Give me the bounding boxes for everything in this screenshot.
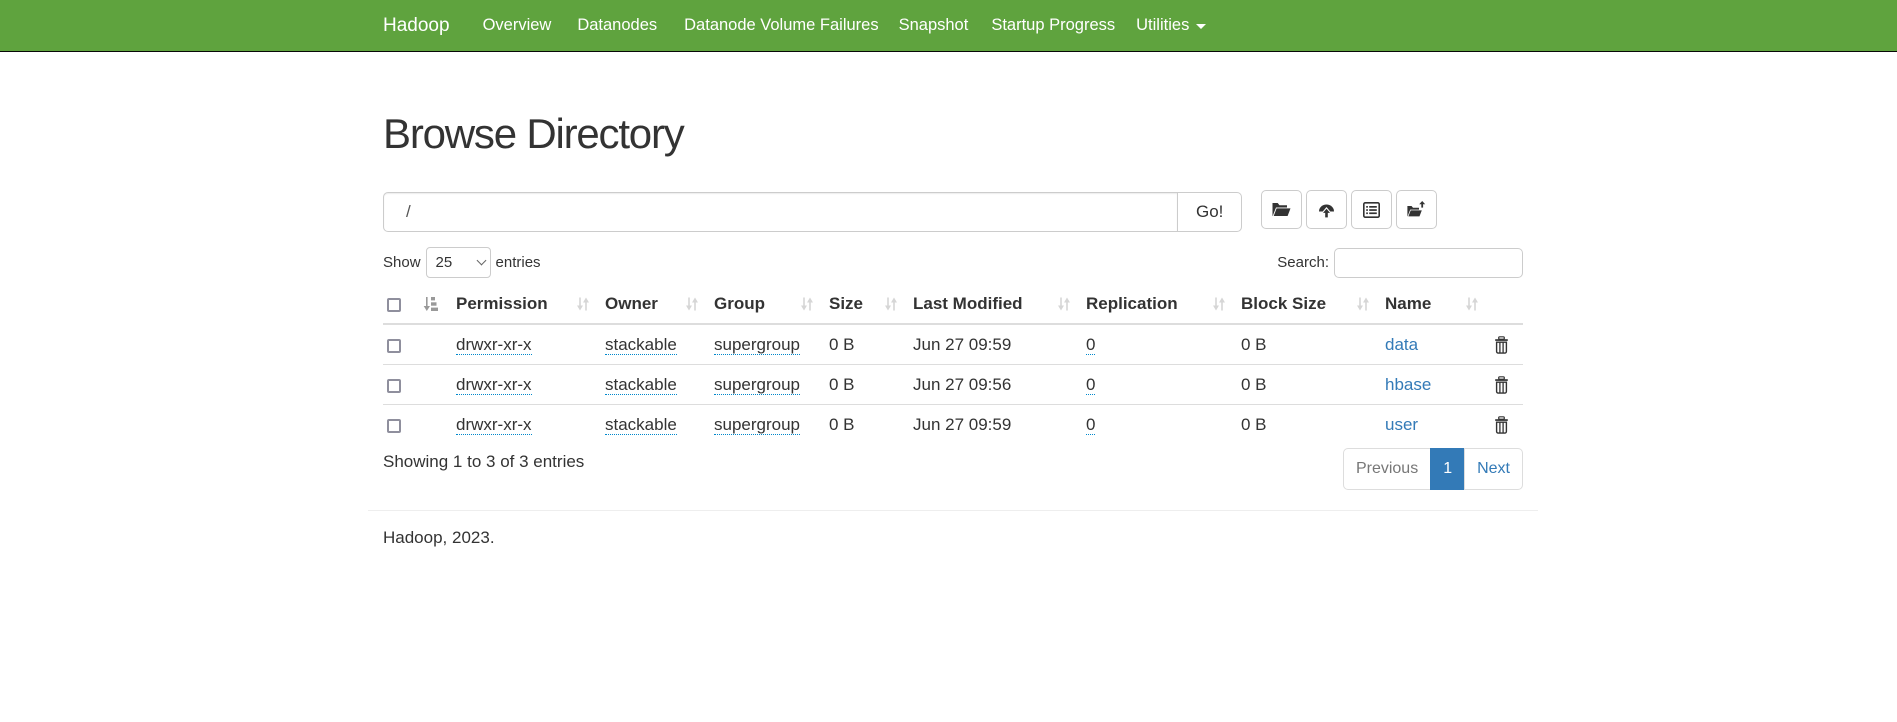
row-checkbox[interactable] [387,419,401,433]
owner-value[interactable]: stackable [605,335,677,355]
pagination-page-1[interactable]: 1 [1430,448,1465,490]
set-permission-button[interactable] [1351,190,1392,229]
nav-item-overview[interactable]: Overview [472,0,563,51]
sort-both-icon [884,295,898,313]
permission-value[interactable]: drwxr-xr-x [456,375,532,395]
nav-item-startup-progress[interactable]: Startup Progress [980,0,1126,51]
upload-icon [1318,202,1335,218]
page-size-control: Show 25 entries [383,247,541,278]
table-info: Showing 1 to 3 of 3 entries [383,452,584,472]
sort-both-icon [576,295,590,313]
block-size-value: 0 B [1241,415,1267,434]
replication-value[interactable]: 0 [1086,375,1095,395]
sort-both-icon [1057,295,1071,313]
size-value: 0 B [829,335,855,354]
footer-divider [368,510,1538,511]
header-actions [1484,284,1523,324]
header-permission[interactable]: Permission [446,284,595,324]
select-all-checkbox[interactable] [387,298,401,312]
name-link[interactable]: user [1385,415,1418,434]
group-value[interactable]: supergroup [714,415,800,435]
nav-item-datanode-volume-failures[interactable]: Datanode Volume Failures [673,0,889,51]
size-value: 0 B [829,415,855,434]
sort-both-icon [1465,295,1479,313]
header-owner[interactable]: Owner [595,284,704,324]
footer-text: Hadoop, 2023. [383,528,1523,548]
last-modified-value: Jun 27 09:56 [913,375,1011,394]
table-controls: Show 25 entries Search: [383,247,1523,278]
explorer-actions [1261,190,1441,229]
size-value: 0 B [829,375,855,394]
table-header-row: Permission Owner Group Size Last Modifie… [383,284,1523,324]
header-select-all[interactable] [383,284,446,324]
list-alt-icon [1363,202,1380,218]
sort-both-icon [1356,295,1370,313]
trash-icon[interactable] [1494,376,1509,394]
sort-both-icon [685,295,699,313]
page-title: Browse Directory [383,111,1523,157]
row-checkbox[interactable] [387,379,401,393]
row-checkbox[interactable] [387,339,401,353]
table-row: drwxr-xr-x stackable supergroup 0 B Jun … [383,405,1523,445]
owner-value[interactable]: stackable [605,415,677,435]
block-size-value: 0 B [1241,335,1267,354]
permission-value[interactable]: drwxr-xr-x [456,415,532,435]
trash-icon[interactable] [1494,336,1509,354]
pagination: Previous 1 Next [1344,448,1523,490]
group-value[interactable]: supergroup [714,335,800,355]
last-modified-value: Jun 27 09:59 [913,415,1011,434]
table-row: drwxr-xr-x stackable supergroup 0 B Jun … [383,324,1523,365]
header-block-size[interactable]: Block Size [1231,284,1375,324]
sort-both-icon [800,295,814,313]
header-replication[interactable]: Replication [1076,284,1231,324]
search-control: Search: [1277,248,1523,278]
header-last-modified[interactable]: Last Modified [903,284,1076,324]
folder-new-icon [1407,201,1426,218]
sort-both-icon [1212,295,1226,313]
directory-path-input[interactable] [383,192,1178,232]
page-size-select[interactable]: 25 [426,247,491,278]
navbar-menu: Overview Datanodes Datanode Volume Failu… [472,0,1218,51]
navbar: Hadoop Overview Datanodes Datanode Volum… [0,0,1897,52]
sort-asc-icon [423,295,438,313]
navbar-brand[interactable]: Hadoop [383,0,450,51]
table-row: drwxr-xr-x stackable supergroup 0 B Jun … [383,365,1523,405]
directory-table: Permission Owner Group Size Last Modifie… [383,284,1523,444]
nav-item-snapshot[interactable]: Snapshot [888,0,980,51]
header-group[interactable]: Group [704,284,819,324]
go-button[interactable]: Go! [1177,192,1242,232]
permission-value[interactable]: drwxr-xr-x [456,335,532,355]
name-link[interactable]: hbase [1385,375,1431,394]
folder-open-icon [1272,202,1291,217]
path-bar: Go! [383,192,1523,232]
name-link[interactable]: data [1385,335,1418,354]
last-modified-value: Jun 27 09:59 [913,335,1011,354]
nav-item-utilities[interactable]: Utilities [1125,0,1217,51]
pagination-next[interactable]: Next [1464,448,1523,490]
trash-icon[interactable] [1494,416,1509,434]
group-value[interactable]: supergroup [714,375,800,395]
owner-value[interactable]: stackable [605,375,677,395]
replication-value[interactable]: 0 [1086,415,1095,435]
create-directory-button[interactable] [1396,190,1437,229]
header-name[interactable]: Name [1375,284,1484,324]
header-size[interactable]: Size [819,284,903,324]
block-size-value: 0 B [1241,375,1267,394]
caret-down-icon [1196,24,1206,29]
replication-value[interactable]: 0 [1086,335,1095,355]
nav-item-datanodes[interactable]: Datanodes [566,0,668,51]
cut-paste-button[interactable] [1261,190,1302,229]
upload-file-button[interactable] [1306,190,1347,229]
search-input[interactable] [1334,248,1523,278]
pagination-previous[interactable]: Previous [1343,448,1431,490]
